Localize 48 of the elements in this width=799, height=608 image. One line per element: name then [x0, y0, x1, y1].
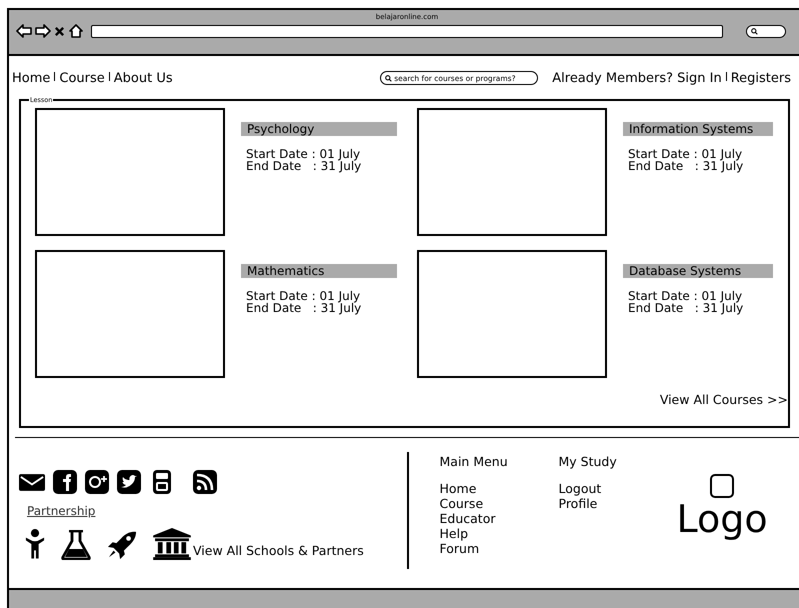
back-icon[interactable]	[16, 24, 32, 38]
course-title[interactable]: Psychology	[241, 122, 397, 136]
footer-link[interactable]: Home	[440, 481, 528, 496]
course-title[interactable]: Information Systems	[623, 122, 773, 136]
rss-icon[interactable]	[193, 470, 217, 494]
menu-heading: My Study	[558, 454, 618, 470]
nav-link[interactable]: About Us	[114, 70, 173, 86]
end-date: End Date : 31 July	[627, 302, 744, 314]
home-icon[interactable]	[68, 24, 84, 38]
search-button[interactable]	[746, 24, 786, 38]
rocket-icon[interactable]	[107, 530, 137, 560]
start-date: Start Date : 01 July	[245, 148, 360, 160]
footer-link[interactable]: Logout	[558, 481, 646, 496]
mail-icon[interactable]	[19, 472, 45, 492]
footer-link[interactable]: Course	[440, 496, 528, 511]
institution-icon[interactable]	[153, 528, 191, 560]
start-date: Start Date : 01 July	[245, 290, 360, 302]
nav-link[interactable]: Course	[59, 70, 105, 86]
search-icon	[751, 28, 758, 34]
menu-heading: Main Menu	[440, 454, 509, 470]
person-icon[interactable]	[25, 528, 45, 560]
footer-link[interactable]: Forum	[440, 541, 528, 556]
course-title[interactable]: Mathematics	[241, 264, 397, 278]
address-bar[interactable]	[91, 24, 723, 38]
close-icon[interactable]	[54, 26, 65, 36]
end-date: End Date : 31 July	[627, 160, 744, 172]
end-date: End Date : 31 July	[245, 160, 362, 172]
google-plus-icon[interactable]	[85, 470, 109, 494]
view-all-schools-link[interactable]: View All Schools & Partners	[193, 543, 364, 558]
search-icon	[385, 74, 392, 82]
logo-text: Logo	[676, 498, 768, 540]
forward-icon[interactable]	[35, 24, 51, 38]
logo-icon	[710, 474, 734, 498]
nav-link[interactable]: Home	[12, 70, 50, 86]
footer-link[interactable]: Profile	[558, 496, 646, 511]
view-all-courses-link[interactable]: View All Courses >>	[660, 392, 788, 407]
facebook-icon[interactable]	[53, 470, 77, 494]
account-link[interactable]: Registers	[730, 70, 791, 86]
partnership-link[interactable]: Partnership	[27, 504, 96, 518]
footer-link[interactable]: Educator	[440, 511, 528, 526]
account-link[interactable]: Already Members? Sign In	[552, 70, 722, 86]
start-date: Start Date : 01 July	[627, 148, 742, 160]
flask-icon[interactable]	[61, 530, 91, 560]
course-title[interactable]: Database Systems	[623, 264, 773, 278]
start-date: Start Date : 01 July	[627, 290, 742, 302]
footer-link[interactable]: Help	[440, 526, 528, 541]
end-date: End Date : 31 July	[245, 302, 362, 314]
twitter-icon[interactable]	[117, 470, 141, 494]
